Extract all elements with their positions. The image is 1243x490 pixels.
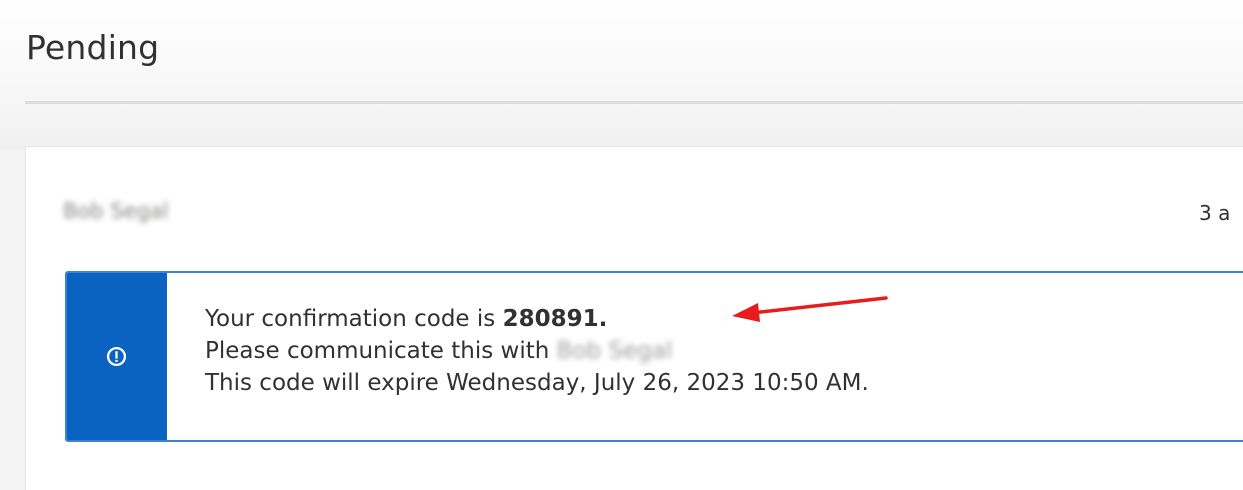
communicate-label: Please communicate this with <box>205 338 557 364</box>
communicate-line: Please communicate this with Bob Segal <box>205 335 869 367</box>
confirmation-code-line: Your confirmation code is 280891. <box>205 303 869 335</box>
expiry-line: This code will expire Wednesday, July 26… <box>205 370 869 396</box>
message-card: Bob Segal 3 a Your confirmation code is … <box>25 146 1243 490</box>
confirmation-code: 280891. <box>502 306 608 332</box>
confirmation-code-label: Your confirmation code is <box>205 306 503 332</box>
page-header: Pending <box>0 0 1243 150</box>
info-icon <box>106 346 127 367</box>
sender-name: Bob Segal <box>63 199 169 223</box>
confirmation-notice: Your confirmation code is 280891. Please… <box>65 271 1243 442</box>
header-divider <box>25 101 1243 104</box>
notice-accent-strip <box>67 273 167 440</box>
notice-message: Your confirmation code is 280891. Please… <box>205 303 869 399</box>
recipient-name: Bob Segal <box>556 338 673 364</box>
page-title: Pending <box>26 28 160 67</box>
message-timestamp: 3 a <box>1199 201 1231 225</box>
